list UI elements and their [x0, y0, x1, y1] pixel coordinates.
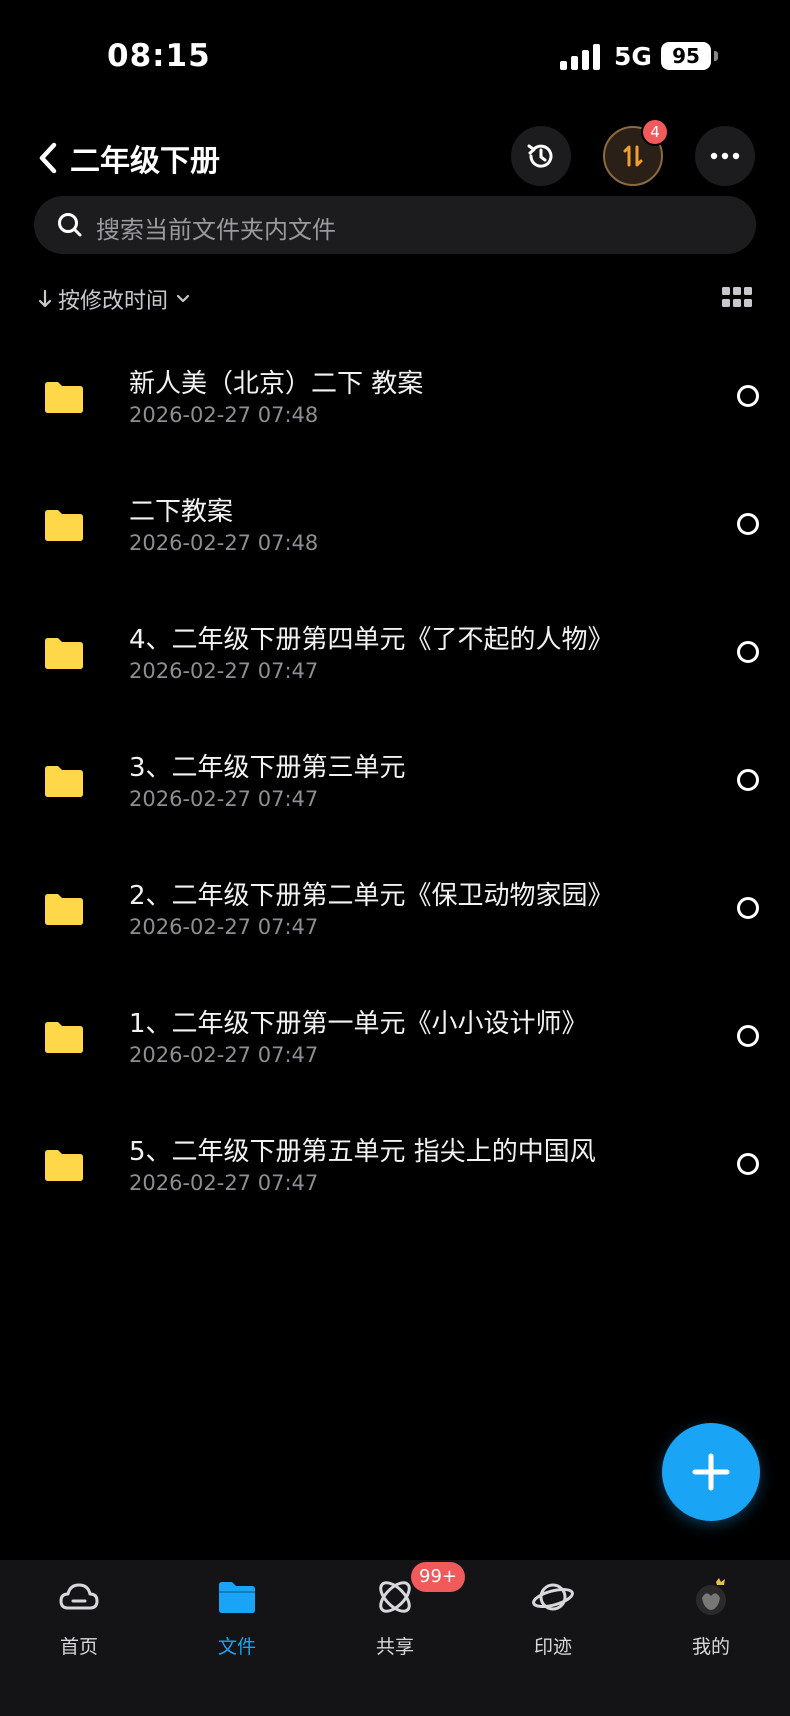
file-name: 2、二年级下册第二单元《保卫动物家园》 [129, 881, 614, 911]
tab-label: 共享 [375, 1636, 414, 1658]
list-item[interactable]: 1、二年级下册第一单元《小小设计师》 2026-02-27 07:47 [0, 970, 790, 1098]
file-date: 2026-02-27 07:47 [129, 659, 319, 683]
history-button[interactable] [511, 126, 571, 186]
sort-selector[interactable]: 按修改时间 [38, 282, 190, 316]
select-radio[interactable] [737, 897, 759, 919]
file-name: 3、二年级下册第三单元 [129, 753, 406, 783]
search-input[interactable]: 搜索当前文件夹内文件 [34, 196, 756, 254]
file-date: 2026-02-27 07:47 [129, 915, 319, 939]
folder-icon [45, 382, 83, 413]
file-name: 新人美（北京）二下 教案 [129, 369, 424, 399]
cloud-icon [59, 1583, 99, 1610]
tab-footprint[interactable]: 印迹 [474, 1560, 632, 1680]
select-radio[interactable] [737, 513, 759, 535]
select-radio[interactable] [737, 769, 759, 791]
more-button[interactable] [695, 126, 755, 186]
battery-tip [714, 51, 718, 61]
list-item[interactable]: 二下教案 2026-02-27 07:48 [0, 458, 790, 586]
chevron-down-icon [176, 294, 190, 303]
bottom-tab-bar: 首页 文件 共享 印迹 我的 [0, 1560, 790, 1716]
list-item[interactable]: 4、二年级下册第四单元《了不起的人物》 2026-02-27 07:47 [0, 586, 790, 714]
select-radio[interactable] [737, 1025, 759, 1047]
sort-down-arrow-icon [38, 289, 52, 308]
back-chevron-icon[interactable] [34, 140, 64, 176]
file-date: 2026-02-27 07:47 [129, 787, 319, 811]
file-name: 二下教案 [129, 497, 234, 527]
battery-icon: 95 [661, 42, 711, 70]
list-item[interactable]: 2、二年级下册第二单元《保卫动物家园》 2026-02-27 07:47 [0, 842, 790, 970]
status-time: 08:15 [107, 38, 211, 74]
status-bar: 08:15 5G 95 [0, 0, 790, 110]
file-name: 4、二年级下册第四单元《了不起的人物》 [129, 625, 614, 655]
page-title: 二年级下册 [70, 144, 220, 179]
sort-label: 按修改时间 [58, 289, 169, 314]
planet-icon [532, 1583, 574, 1611]
folder-icon [45, 638, 83, 669]
share-atom-icon [379, 1581, 411, 1613]
file-name: 5、二年级下册第五单元 指尖上的中国风 [129, 1137, 596, 1167]
list-item[interactable]: 3、二年级下册第三单元 2026-02-27 07:47 [0, 714, 790, 842]
file-date: 2026-02-27 07:47 [129, 1171, 319, 1195]
transfer-badge: 4 [641, 118, 669, 146]
folder-icon [45, 510, 83, 541]
select-radio[interactable] [737, 1153, 759, 1175]
share-count-badge: 99+ [411, 1562, 465, 1592]
search-icon [58, 213, 82, 237]
signal-icon [560, 44, 602, 70]
file-date: 2026-02-27 07:48 [129, 403, 319, 427]
tab-label: 印迹 [533, 1636, 572, 1658]
grid-view-icon[interactable] [722, 287, 752, 309]
add-button[interactable] [662, 1423, 760, 1521]
transfer-arrows-icon [623, 145, 643, 167]
folder-icon [45, 1150, 83, 1181]
tab-label: 文件 [217, 1636, 256, 1658]
tab-home[interactable]: 首页 [0, 1560, 158, 1680]
network-type: 5G [614, 42, 652, 71]
select-radio[interactable] [737, 385, 759, 407]
folder-icon [45, 1022, 83, 1053]
tab-label: 首页 [59, 1636, 98, 1658]
more-dots-icon [710, 152, 740, 160]
avatar-icon [696, 1578, 726, 1615]
history-icon [527, 144, 553, 168]
tab-files[interactable]: 文件 [158, 1560, 316, 1680]
tab-label: 我的 [691, 1636, 730, 1658]
plus-icon [692, 1453, 730, 1491]
folder-icon [219, 1582, 255, 1613]
tab-profile[interactable]: 我的 [632, 1560, 790, 1680]
file-list: 新人美（北京）二下 教案 2026-02-27 07:48 二下教案 2026-… [0, 330, 790, 1226]
file-name: 1、二年级下册第一单元《小小设计师》 [129, 1009, 588, 1039]
list-item[interactable]: 新人美（北京）二下 教案 2026-02-27 07:48 [0, 330, 790, 458]
folder-icon [45, 894, 83, 925]
file-date: 2026-02-27 07:48 [129, 531, 319, 555]
search-placeholder: 搜索当前文件夹内文件 [96, 216, 336, 244]
file-date: 2026-02-27 07:47 [129, 1043, 319, 1067]
folder-icon [45, 766, 83, 797]
list-item[interactable]: 5、二年级下册第五单元 指尖上的中国风 2026-02-27 07:47 [0, 1098, 790, 1226]
select-radio[interactable] [737, 641, 759, 663]
